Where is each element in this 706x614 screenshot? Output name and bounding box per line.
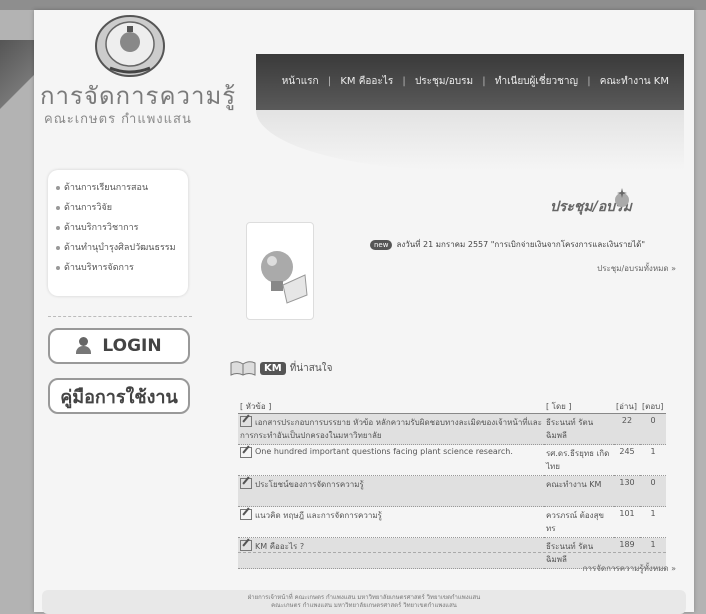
user-manual-button[interactable]: คู่มือการใช้งาน [48,378,190,414]
km-topic-title: แนวคิด ทฤษฎี และการจัดการความรู้ [255,511,382,520]
page: หน้าแรก | KM คืออะไร | ประชุม/อบรม | ทำเ… [34,10,694,614]
sidebar-item-management[interactable]: ด้านบริหารจัดการ [56,258,188,278]
km-topic-title: เอกสารประกอบการบรรยาย หัวข้อ หลักความรับ… [240,418,542,440]
km-topic-title: ประโยชน์ของการจัดการความรู้ [255,480,364,489]
sidebar-item-label: ด้านทำนุบำรุงศิลปวัฒนธรรม [64,243,176,253]
header-curve [256,110,684,170]
sidebar-item-academic-service[interactable]: ด้านบริการวิชาการ [56,218,188,238]
km-heading: KM ที่น่าสนใจ [230,360,332,376]
edit-icon [240,416,252,427]
sidebar-item-label: ด้านบริหารจัดการ [64,263,134,273]
km-author: ธีระนนท์ รัตนฉิมพลี [544,413,614,445]
nav-training[interactable]: ประชุม/อบรม [412,76,476,87]
nav-km-team[interactable]: คณะทำงาน KM [597,76,672,87]
university-seal-logo [95,15,165,77]
nav-separator: | [402,76,406,87]
site-subtitle: คณะเกษตร กำแพงแสน [44,112,192,127]
km-reads: 245 [614,444,640,476]
bullet-icon [56,265,60,270]
km-topic-link[interactable]: เอกสารประกอบการบรรยาย หัวข้อ หลักความรับ… [238,413,544,445]
km-topic-title: KM คืออะไร ? [255,542,305,551]
footer-line-1: ฝ่ายการเจ้าหน้าที่ คณะเกษตร กำแพงแสน มหา… [247,594,481,601]
manual-label: คู่มือการใช้งาน [60,386,178,408]
new-badge: new [370,239,393,250]
all-km-link[interactable]: การจัดการความรู้ทั้งหมด » [583,562,676,575]
sidebar-item-label: ด้านการเรียนการสอน [64,183,149,193]
sidebar-item-label: ด้านการวิจัย [64,203,112,213]
divider [238,552,666,553]
km-reads: 130 [614,475,640,507]
nav-separator: | [587,76,591,87]
km-topic-title: One hundred important questions facing p… [255,447,513,456]
km-replies: 0 [640,413,666,445]
users-icon [76,337,94,355]
km-topic-link[interactable]: ประโยชน์ของการจัดการความรู้ [238,475,544,507]
km-replies: 0 [640,475,666,507]
sidebar-item-research[interactable]: ด้านการวิจัย [56,198,188,218]
all-training-link[interactable]: ประชุม/อบรมทั้งหมด » [597,262,676,275]
km-title: ที่น่าสนใจ [289,362,333,374]
bullet-icon [56,245,60,250]
km-author: คณะทำงาน KM [544,475,614,507]
top-nav: หน้าแรก | KM คืออะไร | ประชุม/อบรม | ทำเ… [279,74,672,89]
km-reads: 101 [614,506,640,538]
km-author: รศ.ดร.ธีรยุทธ เกิดไทย [544,444,614,476]
divider [48,316,192,317]
footer-line-2: คณะเกษตร กำแพงแสน มหาวิทยาลัยเกษตรศาสตร์… [271,602,457,609]
edit-icon [240,478,252,489]
bullet-icon [56,205,60,210]
bullet-icon [56,225,60,230]
table-row: ประโยชน์ของการจัดการความรู้ คณะทำงาน KM … [238,475,666,507]
sparkle-icon [615,188,629,207]
nav-km-what[interactable]: KM คืออะไร [337,76,396,87]
table-row: เอกสารประกอบการบรรยาย หัวข้อ หลักความรับ… [238,413,666,445]
km-replies: 1 [640,444,666,476]
training-news[interactable]: new ลงวันที่ 21 มกราคม 2557 "การเบิกจ่ายเ… [370,238,645,251]
sidebar-item-culture[interactable]: ด้านทำนุบำรุงศิลปวัฒนธรรม [56,238,188,258]
table-row: แนวคิด ทฤษฎี และการจัดการความรู้ ควรภรณ์… [238,506,666,538]
nav-separator: | [327,76,332,87]
table-header-row: [ หัวข้อ ] [ โดย ] [อ่าน] [ตอบ] [238,400,666,414]
km-author: ควรภรณ์ ต้องสุขทร [544,506,614,538]
km-topic-link[interactable]: KM คืออะไร ? [238,537,544,569]
nav-separator: | [482,76,486,87]
km-badge: KM [260,361,286,375]
edit-icon [240,540,252,551]
sidebar-menu: ด้านการเรียนการสอน ด้านการวิจัย ด้านบริก… [48,170,188,296]
background-ornament [0,40,34,120]
column-header-topic: [ หัวข้อ ] [238,400,544,414]
km-table: [ หัวข้อ ] [ โดย ] [อ่าน] [ตอบ] เอกสารปร… [238,400,666,569]
training-news-text: ลงวันที่ 21 มกราคม 2557 "การเบิกจ่ายเงิน… [396,240,646,249]
km-replies: 1 [640,506,666,538]
km-topic-link[interactable]: แนวคิด ทฤษฎี และการจัดการความรู้ [238,506,544,538]
column-header-replies: [ตอบ] [640,400,666,414]
column-header-reads: [อ่าน] [614,400,640,414]
column-header-by: [ โดย ] [544,400,614,414]
login-label: LOGIN [102,336,162,356]
nav-home[interactable]: หน้าแรก [279,76,322,87]
nav-experts[interactable]: ทำเนียบผู้เชี่ยวชาญ [492,76,581,87]
km-reads: 22 [614,413,640,445]
edit-icon [240,447,252,458]
top-strip [0,0,706,10]
login-button[interactable]: LOGIN [48,328,190,364]
km-topic-link[interactable]: One hundred important questions facing p… [238,444,544,476]
footer: ฝ่ายการเจ้าหน้าที่ คณะเกษตร กำแพงแสน มหา… [42,590,686,614]
bullet-icon [56,185,60,190]
book-icon [230,361,256,376]
edit-icon [240,509,252,520]
sidebar-item-label: ด้านบริการวิชาการ [64,223,139,233]
training-image [246,222,314,320]
lightbulb-icon [261,251,308,304]
sidebar-item-teaching[interactable]: ด้านการเรียนการสอน [56,178,188,198]
header-bar: หน้าแรก | KM คืออะไร | ประชุม/อบรม | ทำเ… [256,54,684,110]
table-row: One hundred important questions facing p… [238,444,666,476]
